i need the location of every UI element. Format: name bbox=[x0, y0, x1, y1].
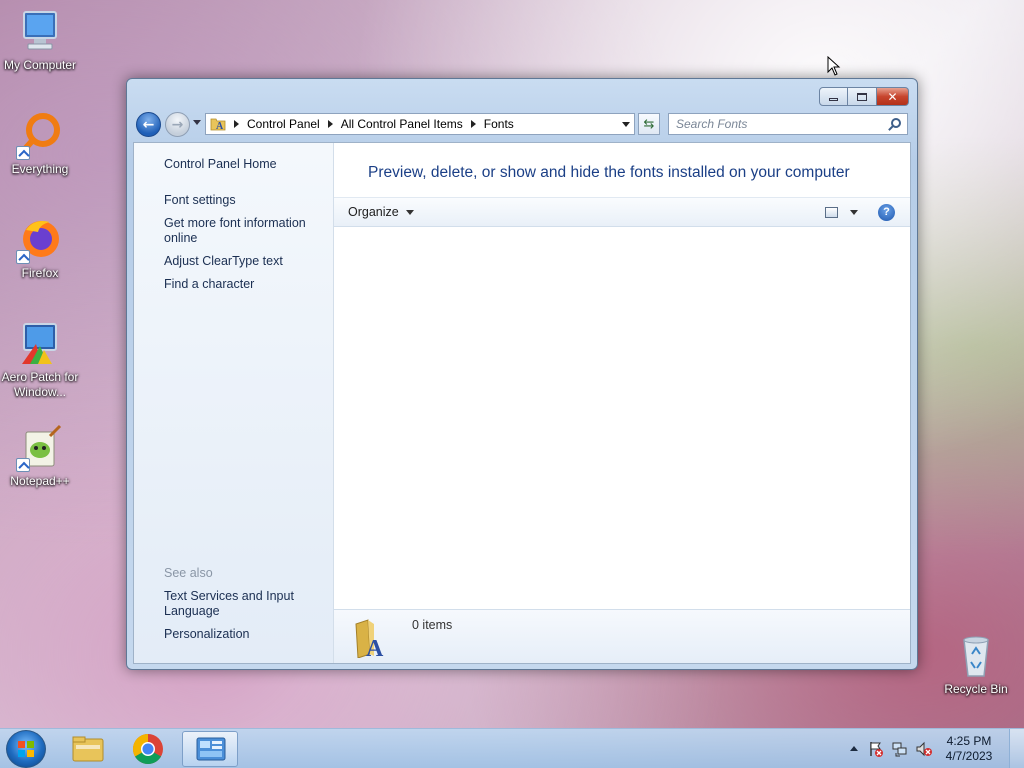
desktop-icon-label: Notepad++ bbox=[10, 474, 70, 488]
command-bar: Organize ? bbox=[334, 197, 910, 227]
arrow-left-icon: ← bbox=[142, 116, 155, 133]
minimize-icon bbox=[829, 97, 838, 101]
clock-date: 4/7/2023 bbox=[945, 749, 993, 763]
window-controls: ✕ bbox=[819, 87, 909, 106]
desktop-icon-aero-patch[interactable]: Aero Patch for Window... bbox=[0, 320, 80, 400]
action-center-icon[interactable] bbox=[868, 741, 884, 757]
desktop-icon-my-computer[interactable]: My Computer bbox=[0, 8, 80, 73]
back-button[interactable]: ← bbox=[136, 112, 161, 137]
search-placeholder: Search Fonts bbox=[676, 117, 748, 131]
get-more-font-info-link[interactable]: Get more font information online bbox=[164, 216, 324, 246]
fonts-window[interactable]: ✕ ← → A Control Panel All Control Panel … bbox=[126, 78, 918, 670]
content-pane: Preview, delete, or show and hide the fo… bbox=[334, 143, 910, 663]
notepad-plus-plus-icon bbox=[16, 424, 64, 472]
show-desktop-button[interactable] bbox=[1009, 729, 1024, 768]
mouse-cursor-icon bbox=[827, 55, 841, 76]
search-input[interactable]: Search Fonts bbox=[668, 113, 908, 135]
desktop-icon-label: My Computer bbox=[3, 58, 77, 72]
desktop-icon-label: Everything bbox=[11, 162, 69, 176]
breadcrumb-all-control-panel-items[interactable]: All Control Panel Items bbox=[341, 117, 463, 131]
breadcrumb-separator[interactable] bbox=[470, 120, 476, 128]
navigation-bar: ← → A Control Panel All Control Panel It… bbox=[136, 112, 908, 138]
maximize-button[interactable] bbox=[848, 87, 877, 106]
taskbar-chrome-button[interactable] bbox=[120, 731, 176, 767]
address-history-dropdown[interactable] bbox=[622, 122, 630, 127]
recycle-bin-icon bbox=[952, 632, 1000, 680]
taskbar-explorer-button[interactable] bbox=[60, 731, 116, 767]
text-services-link[interactable]: Text Services and Input Language bbox=[164, 589, 324, 619]
refresh-icon: ⇆ bbox=[643, 116, 655, 132]
find-a-character-link[interactable]: Find a character bbox=[164, 277, 324, 292]
control-panel-home-link[interactable]: Control Panel Home bbox=[164, 157, 324, 172]
chevron-down-icon bbox=[405, 210, 414, 216]
address-bar[interactable]: A Control Panel All Control Panel Items … bbox=[205, 113, 635, 135]
font-settings-link[interactable]: Font settings bbox=[164, 193, 324, 208]
see-also-label: See also bbox=[164, 566, 213, 580]
shortcut-arrow-icon bbox=[16, 146, 30, 160]
help-icon[interactable]: ? bbox=[878, 204, 895, 221]
adjust-cleartype-link[interactable]: Adjust ClearType text bbox=[164, 254, 324, 269]
network-icon[interactable] bbox=[892, 741, 908, 757]
search-icon[interactable] bbox=[891, 118, 901, 128]
task-pane: Control Panel Home Font settings Get mor… bbox=[134, 143, 334, 663]
system-tray: 4:25 PM 4/7/2023 bbox=[824, 729, 1024, 768]
forward-button[interactable]: → bbox=[165, 112, 190, 137]
svg-text:A: A bbox=[216, 121, 224, 132]
aero-patch-icon bbox=[16, 320, 64, 368]
taskbar: 4:25 PM 4/7/2023 bbox=[0, 728, 1024, 768]
desktop-icon-firefox[interactable]: Firefox bbox=[0, 216, 80, 281]
breadcrumb-control-panel[interactable]: Control Panel bbox=[247, 117, 320, 131]
taskbar-control-panel-button[interactable] bbox=[182, 731, 238, 767]
desktop-icon-recycle-bin[interactable]: Recycle Bin bbox=[936, 632, 1016, 697]
firefox-icon bbox=[16, 216, 64, 264]
arrow-right-icon: → bbox=[171, 116, 184, 133]
minimize-button[interactable] bbox=[819, 87, 848, 106]
recent-pages-dropdown[interactable] bbox=[193, 120, 201, 125]
clock[interactable]: 4:25 PM 4/7/2023 bbox=[942, 734, 996, 764]
start-button[interactable] bbox=[6, 730, 46, 768]
breadcrumb-separator[interactable] bbox=[327, 120, 333, 128]
desktop-icon-label: Recycle Bin bbox=[944, 682, 1008, 696]
change-view-icon[interactable] bbox=[825, 207, 838, 218]
window-client-area: Control Panel Home Font settings Get mor… bbox=[133, 142, 911, 664]
organize-label: Organize bbox=[348, 205, 399, 219]
close-button[interactable]: ✕ bbox=[877, 87, 909, 106]
desktop-icon-notepadpp[interactable]: Notepad++ bbox=[0, 424, 80, 489]
control-panel-icon bbox=[196, 737, 226, 761]
fonts-folder-large-icon: A bbox=[354, 618, 392, 662]
svg-text:A: A bbox=[366, 636, 384, 658]
show-hidden-icons-button[interactable] bbox=[850, 746, 858, 751]
view-options-dropdown[interactable] bbox=[850, 210, 858, 215]
shortcut-arrow-icon bbox=[16, 250, 30, 264]
item-count: 0 items bbox=[412, 618, 453, 632]
fonts-folder-icon: A bbox=[210, 116, 226, 132]
refresh-button[interactable]: ⇆ bbox=[638, 113, 660, 135]
maximize-icon bbox=[857, 92, 867, 101]
breadcrumb-fonts[interactable]: Fonts bbox=[484, 117, 514, 131]
clock-time: 4:25 PM bbox=[946, 734, 992, 748]
folder-icon bbox=[72, 736, 104, 762]
desktop-icon-everything[interactable]: Everything bbox=[0, 112, 80, 177]
volume-muted-icon[interactable] bbox=[916, 741, 932, 757]
close-icon: ✕ bbox=[887, 89, 898, 104]
desktop-icon-label: Aero Patch for Window... bbox=[1, 370, 79, 399]
desktop-icon-label: Firefox bbox=[21, 266, 59, 280]
organize-button[interactable]: Organize bbox=[348, 205, 414, 219]
personalization-link[interactable]: Personalization bbox=[164, 627, 324, 642]
page-title: Preview, delete, or show and hide the fo… bbox=[368, 164, 850, 181]
everything-search-icon bbox=[16, 112, 64, 160]
fonts-list-area[interactable] bbox=[334, 227, 910, 609]
breadcrumb-separator[interactable] bbox=[234, 120, 239, 128]
computer-icon bbox=[16, 8, 64, 56]
chrome-icon bbox=[132, 734, 163, 765]
shortcut-arrow-icon bbox=[16, 458, 30, 472]
details-pane: A 0 items bbox=[334, 609, 910, 663]
